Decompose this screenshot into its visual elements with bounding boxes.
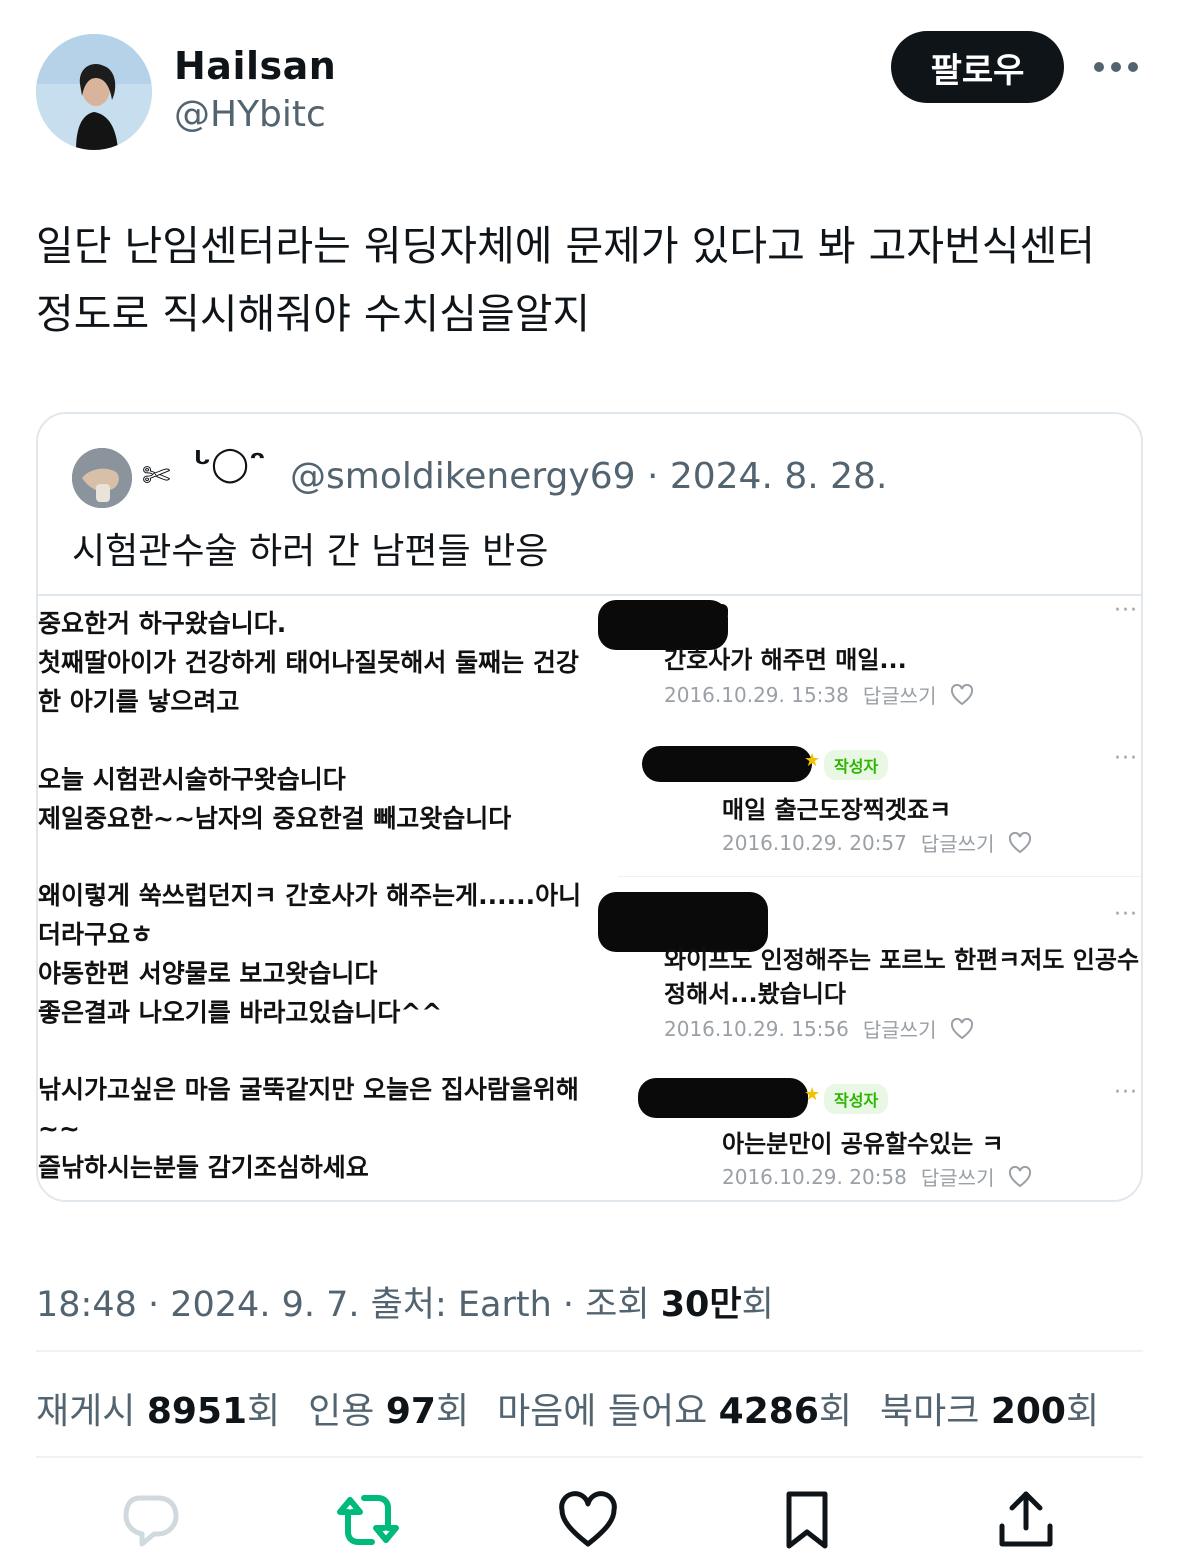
- comment-meta: 2016.10.29. 15:56 답글쓰기: [664, 1014, 974, 1043]
- reply-link[interactable]: 답글쓰기: [863, 1014, 937, 1043]
- heart-icon[interactable]: [1008, 1165, 1032, 1188]
- divider: [36, 1350, 1143, 1352]
- comment-time: 2016.10.29. 20:57: [722, 830, 907, 855]
- star-icon: ★: [804, 1084, 821, 1105]
- more-icon[interactable]: [1094, 53, 1138, 81]
- quoted-author-avatar: [72, 448, 132, 508]
- post-line: 왜이렇게 쑥쓰럽던지ㅋ 간호사가 해주는게......아니: [38, 881, 582, 910]
- tweet-text-line: 일단 난임센터라는 워딩자체에 문제가 있다고 봐 고자번식센터: [36, 222, 1095, 270]
- quote-stat[interactable]: 인용 97회: [308, 1382, 469, 1434]
- comment-time: 2016.10.29. 20:58: [722, 1164, 907, 1189]
- comment-more-icon[interactable]: ···: [1114, 1080, 1138, 1105]
- stat-label: 마음에 들어요: [497, 1391, 719, 1432]
- post-line: 제일중요한~~남자의 중요한걸 빼고왓습니다: [38, 804, 512, 833]
- comment-more-icon[interactable]: ···: [1114, 598, 1138, 623]
- comment-more-icon[interactable]: ···: [1114, 902, 1138, 927]
- retweet-icon[interactable]: [336, 1488, 400, 1552]
- comment-text: 와이프도 인정해주는 포르노 한편ㅋ저도 인공수: [664, 946, 1140, 974]
- stat-label: 인용: [308, 1391, 386, 1432]
- author-handle[interactable]: @HYbitc: [174, 94, 326, 135]
- like-stat[interactable]: 마음에 들어요 4286회: [497, 1382, 852, 1434]
- comment-divider: [618, 876, 1141, 877]
- quoted-author-name: ᒡ◯ᵔ: [194, 444, 266, 484]
- post-line: 오늘 시험관시술하구왓습니다: [38, 765, 346, 794]
- comment-meta: 2016.10.29. 15:38 답글쓰기: [664, 680, 974, 709]
- tweet-text-line: 정도로 직시해줘야 수치심을알지: [36, 290, 591, 338]
- quoted-handle-date: @smoldikenergy69 · 2024. 8. 28.: [290, 456, 888, 497]
- quoted-tweet-card[interactable]: ✄ ᒡ◯ᵔ @smoldikenergy69 · 2024. 8. 28. 시험…: [36, 412, 1143, 1202]
- comment-more-icon[interactable]: ···: [1114, 746, 1138, 771]
- author-badge: 작성자: [824, 750, 889, 780]
- post-line: 낚시가고싶은 마음 굴뚝같지만 오늘은 집사람을위해: [38, 1075, 579, 1104]
- reply-link[interactable]: 답글쓰기: [921, 828, 995, 857]
- stat-unit: 회: [435, 1391, 470, 1432]
- stat-label: 재게시: [36, 1391, 147, 1432]
- reply-icon[interactable]: [118, 1488, 182, 1552]
- quoted-tweet-text: 시험관수술 하러 간 남편들 반응: [72, 531, 549, 572]
- author-badge: 작성자: [824, 1084, 889, 1114]
- stat-value: 8951: [146, 1391, 248, 1432]
- view-count: 30만: [660, 1285, 742, 1325]
- comment-text-line2: 정해서...봤습니다: [664, 980, 846, 1008]
- author-avatar[interactable]: [36, 34, 152, 150]
- redacted-avatar: [638, 1078, 808, 1118]
- time-date: 18:48 · 2024. 9. 7. 출처: Earth · 조회: [36, 1285, 661, 1325]
- follow-button[interactable]: 팔로우: [891, 31, 1064, 103]
- post-line: 중요한거 하구왔습니다.: [38, 609, 287, 638]
- share-icon[interactable]: [994, 1488, 1058, 1552]
- stat-value: 4286: [718, 1391, 819, 1432]
- stat-value: 97: [385, 1391, 436, 1432]
- post-line: 더라구요ㅎ: [38, 920, 154, 949]
- post-block: 중요한거 하구왔습니다. 첫째딸아이가 건강하게 태어나질못해서 둘째는 건강 …: [38, 604, 579, 721]
- like-icon[interactable]: [556, 1488, 620, 1552]
- comment-text: 간호사가 해주면 매일...: [664, 646, 907, 674]
- stat-unit: 회: [818, 1391, 852, 1432]
- tweet-timestamp: 18:48 · 2024. 9. 7. 출처: Earth · 조회 30만회: [36, 1276, 774, 1327]
- heart-icon[interactable]: [1008, 831, 1032, 854]
- post-block: 오늘 시험관시술하구왓습니다 제일중요한~~남자의 중요한걸 빼고왓습니다: [38, 760, 511, 838]
- heart-icon[interactable]: [950, 1017, 974, 1040]
- post-block: 왜이렇게 쑥쓰럽던지ㅋ 간호사가 해주는게......아니 더라구요ㅎ 야동한편…: [38, 876, 581, 1032]
- redacted-avatar: [642, 746, 812, 782]
- tweet-text: 일단 난임센터라는 워딩자체에 문제가 있다고 봐 고자번식센터 정도로 직시해…: [36, 212, 1146, 348]
- quoted-image[interactable]: 중요한거 하구왔습니다. 첫째딸아이가 건강하게 태어나질못해서 둘째는 건강 …: [38, 594, 1141, 1200]
- comment-text: 아는분만이 공유할수있는 ㅋ: [722, 1130, 1004, 1158]
- action-bar: [0, 1488, 1179, 1558]
- comment-time: 2016.10.29. 15:56: [664, 1016, 849, 1041]
- view-suffix: 회: [741, 1285, 774, 1325]
- comment-meta: 2016.10.29. 20:57 답글쓰기: [722, 828, 1032, 857]
- comment-text: 매일 출근도장찍겟죠ㅋ: [722, 796, 952, 824]
- stat-value: 200: [990, 1391, 1066, 1432]
- post-block: 낚시가고싶은 마음 굴뚝같지만 오늘은 집사람을위해 ~~ 즐낚하시는분들 감기…: [38, 1070, 579, 1187]
- heart-icon[interactable]: [950, 683, 974, 706]
- scissors-icon: ✄: [142, 456, 171, 496]
- comment-time: 2016.10.29. 15:38: [664, 682, 849, 707]
- stat-label: 북마크: [880, 1391, 991, 1432]
- author-name[interactable]: Hailsan: [174, 44, 336, 88]
- post-line: 즐낚하시는분들 감기조심하세요: [38, 1153, 369, 1182]
- redacted-name: [638, 604, 728, 620]
- divider: [36, 1456, 1143, 1458]
- post-line: ~~: [38, 1114, 80, 1143]
- reply-link[interactable]: 답글쓰기: [863, 680, 937, 709]
- comment-meta: 2016.10.29. 20:58 답글쓰기: [722, 1162, 1032, 1191]
- engagement-stats: 재게시 8951회 인용 97회 마음에 들어요 4286회 북마크 200회: [36, 1382, 1099, 1434]
- post-line: 첫째딸아이가 건강하게 태어나질못해서 둘째는 건강: [38, 648, 579, 677]
- star-icon: ★: [804, 750, 821, 771]
- post-line: 한 아기를 낳으려고: [38, 687, 240, 716]
- stat-unit: 회: [247, 1391, 281, 1432]
- post-line: 야동한편 서양물로 보고왓습니다: [38, 959, 378, 988]
- retweet-stat[interactable]: 재게시 8951회: [36, 1382, 280, 1434]
- bookmark-icon[interactable]: [775, 1488, 839, 1552]
- stat-unit: 회: [1065, 1391, 1100, 1432]
- reply-link[interactable]: 답글쓰기: [921, 1162, 995, 1191]
- bookmark-stat[interactable]: 북마크 200회: [880, 1382, 1099, 1434]
- post-line: 좋은결과 나오기를 바라고있습니다^^: [38, 998, 443, 1027]
